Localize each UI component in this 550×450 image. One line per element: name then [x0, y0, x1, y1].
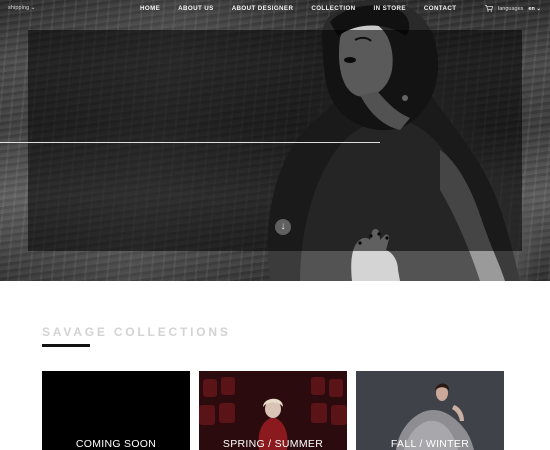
shipping-dropdown[interactable]: shipping ⌄ [8, 5, 36, 11]
main-nav: HOME ABOUT US ABOUT DESIGNER COLLECTION … [140, 5, 456, 12]
utility-menu: languages en ⌄ [485, 5, 541, 12]
collection-card-label: COMING SOON [75, 438, 157, 450]
hero-divider-line [0, 142, 380, 143]
collection-card-label: FALL / WINTER [390, 438, 470, 450]
nav-item-home[interactable]: HOME [140, 5, 160, 12]
collection-card-label: SPRING / SUMMER [222, 438, 324, 450]
nav-item-about-us[interactable]: ABOUT US [178, 5, 214, 12]
collection-card-coming-soon[interactable]: COMING SOON [42, 371, 190, 450]
language-selector[interactable]: en ⌄ [528, 6, 541, 12]
hero-banner: ↓ [0, 0, 550, 281]
nav-item-contact[interactable]: CONTACT [424, 5, 457, 12]
top-navigation-bar: shipping ⌄ HOME ABOUT US ABOUT DESIGNER … [0, 0, 550, 18]
arrow-down-icon[interactable]: ↓ [275, 219, 291, 235]
languages-label: languages [498, 5, 524, 12]
collection-card-fall-winter[interactable]: FALL / WINTER [356, 371, 504, 450]
nav-item-about-designer[interactable]: ABOUT DESIGNER [232, 5, 294, 12]
collection-card-spring-summer[interactable]: SPRING / SUMMER [199, 371, 347, 450]
cart-icon[interactable] [485, 5, 493, 12]
section-title-underline [42, 344, 90, 347]
nav-item-collection[interactable]: COLLECTION [311, 5, 355, 12]
hero-overlay-panel [28, 30, 522, 251]
section-title: SAVAGE COLLECTIONS [42, 325, 231, 339]
nav-item-in-store[interactable]: IN STORE [374, 5, 406, 12]
